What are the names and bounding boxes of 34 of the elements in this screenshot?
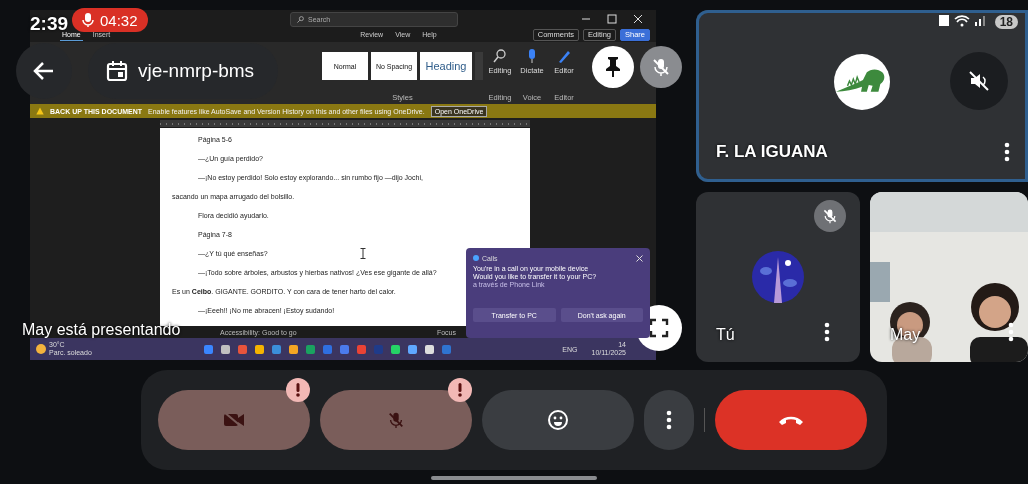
pin-icon — [604, 56, 622, 78]
more-options-button[interactable] — [1002, 140, 1012, 164]
end-call-button[interactable] — [715, 390, 867, 450]
meeting-code-chip[interactable]: vje-nmrp-bms — [88, 43, 279, 99]
camera-button[interactable] — [158, 390, 310, 450]
microphone-icon — [82, 12, 94, 28]
more-icon — [666, 410, 672, 430]
search-icon — [492, 48, 508, 64]
back-arrow-icon — [33, 60, 55, 82]
pen-icon — [556, 48, 572, 64]
microphone-button[interactable] — [320, 390, 472, 450]
participant-name: Tú — [716, 326, 735, 344]
fullscreen-icon — [649, 318, 669, 338]
close-icon[interactable] — [636, 254, 643, 262]
hang-up-icon — [778, 414, 804, 426]
mic-off-icon — [387, 410, 405, 430]
presenting-caption: May está presentando — [22, 321, 181, 339]
participant-name: F. LA IGUANA — [716, 142, 828, 162]
search-icon — [297, 15, 304, 23]
text-cursor-icon — [360, 248, 366, 259]
style-option[interactable]: Heading — [420, 52, 472, 80]
more-icon — [1008, 322, 1014, 342]
more-icon — [824, 322, 830, 342]
more-options-button[interactable] — [1006, 320, 1016, 344]
warning-icon — [36, 107, 44, 115]
more-options-button[interactable] — [822, 320, 832, 344]
smiley-icon — [547, 409, 569, 431]
calendar-icon — [106, 60, 128, 82]
participant-tile[interactable]: Tú — [696, 192, 860, 362]
recording-indicator[interactable]: 04:32 — [72, 8, 148, 32]
avatar-icon — [750, 249, 806, 305]
weather-icon[interactable] — [36, 344, 46, 354]
more-icon — [1004, 142, 1010, 162]
camera-off-icon — [223, 411, 245, 429]
